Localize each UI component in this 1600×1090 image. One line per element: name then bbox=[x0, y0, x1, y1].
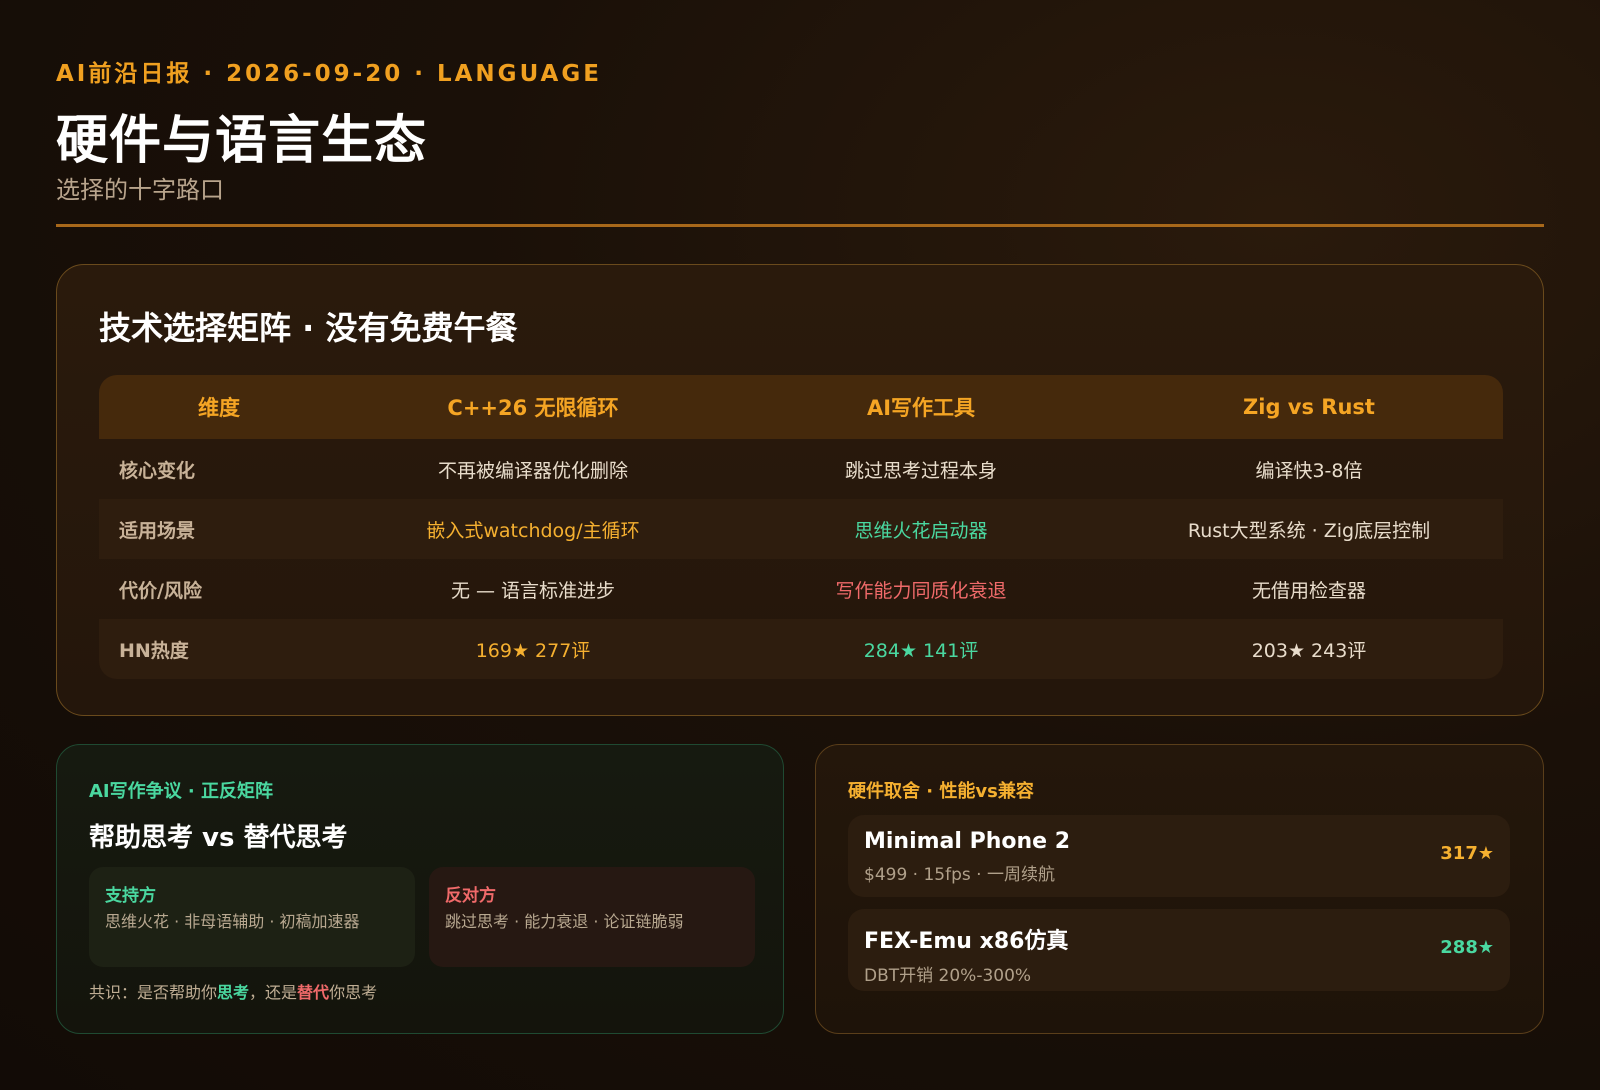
pro-box: 支持方 思维火花 · 非母语辅助 · 初稿加速器 bbox=[89, 867, 415, 967]
consensus-word-replace: 替代 bbox=[297, 983, 330, 1002]
consensus-word-think: 思考 bbox=[217, 983, 250, 1002]
table-cell: 169★ 277评 bbox=[475, 639, 591, 662]
pro-text: 思维火花 · 非母语辅助 · 初稿加速器 bbox=[105, 912, 360, 931]
hardware-item-meta: $499 · 15fps · 一周续航 bbox=[864, 865, 1055, 885]
hardware-item-name: FEX-Emu x86仿真 bbox=[864, 929, 1069, 954]
row-label: 适用场景 bbox=[119, 519, 196, 542]
table-cell: 写作能力同质化衰退 bbox=[835, 579, 1007, 602]
table-cell: 284★ 141评 bbox=[863, 639, 979, 662]
matrix-table: 维度 C++26 无限循环 AI写作工具 Zig vs Rust 核心变化 不再… bbox=[99, 375, 1503, 679]
table-cell: 无借用检查器 bbox=[1251, 579, 1366, 602]
hardware-item: FEX-Emu x86仿真 DBT开销 20%-300% 288★ bbox=[848, 909, 1510, 991]
page-subtitle: 选择的十字路口 bbox=[56, 176, 224, 204]
table-cell: 编译快3-8倍 bbox=[1255, 459, 1363, 482]
table-header-row: 维度 C++26 无限循环 AI写作工具 Zig vs Rust bbox=[99, 375, 1503, 439]
hardware-kicker: 硬件取舍 · 性能vs兼容 bbox=[848, 781, 1034, 802]
matrix-card: 技术选择矩阵 · 没有免费午餐 维度 C++26 无限循环 AI写作工具 Zig… bbox=[56, 264, 1544, 716]
table-cell: 不再被编译器优化删除 bbox=[437, 459, 628, 482]
hardware-item: Minimal Phone 2 $499 · 15fps · 一周续航 317★ bbox=[848, 815, 1510, 897]
table-cell: 203★ 243评 bbox=[1251, 639, 1367, 662]
header-divider bbox=[56, 224, 1544, 227]
table-row: 核心变化 不再被编译器优化删除 跳过思考过程本身 编译快3-8倍 bbox=[99, 439, 1503, 499]
table-row: HN热度 169★ 277评 284★ 141评 203★ 243评 bbox=[99, 619, 1503, 679]
ai-debate-heading: 帮助思考 vs 替代思考 bbox=[89, 823, 348, 853]
hardware-item-meta: DBT开销 20%-300% bbox=[864, 966, 1032, 986]
consensus-middle: ，还是 bbox=[249, 983, 298, 1002]
column-header: Zig vs Rust bbox=[1243, 395, 1375, 419]
hardware-item-name: Minimal Phone 2 bbox=[864, 829, 1071, 854]
hardware-item-stars: 317★ bbox=[1440, 843, 1494, 864]
row-label: 核心变化 bbox=[119, 459, 196, 482]
con-text: 跳过思考 · 能力衰退 · 论证链脆弱 bbox=[445, 912, 684, 931]
column-header: C++26 无限循环 bbox=[447, 396, 619, 420]
page-title: 硬件与语言生态 bbox=[56, 111, 428, 171]
row-label: 代价/风险 bbox=[119, 579, 202, 602]
table-cell: 思维火花启动器 bbox=[854, 519, 988, 542]
table-cell: 跳过思考过程本身 bbox=[844, 459, 997, 482]
header-kicker: AI前沿日报 · 2026-09-20 · LANGUAGE bbox=[56, 61, 602, 87]
table-row: 适用场景 嵌入式watchdog/主循环 思维火花启动器 Rust大型系统 · … bbox=[99, 499, 1503, 559]
con-box: 反对方 跳过思考 · 能力衰退 · 论证链脆弱 bbox=[429, 867, 755, 967]
hardware-item-stars: 288★ bbox=[1440, 937, 1494, 958]
consensus-prefix: 共识：是否帮助你 bbox=[89, 983, 218, 1002]
table-cell: 无 — 语言标准进步 bbox=[450, 579, 616, 602]
row-label: HN热度 bbox=[119, 639, 189, 662]
column-header: 维度 bbox=[198, 396, 240, 420]
column-header: AI写作工具 bbox=[866, 396, 976, 420]
table-row: 代价/风险 无 — 语言标准进步 写作能力同质化衰退 无借用检查器 bbox=[99, 559, 1503, 619]
matrix-title: 技术选择矩阵 · 没有免费午餐 bbox=[99, 309, 518, 347]
ai-debate-kicker: AI写作争议 · 正反矩阵 bbox=[89, 781, 273, 802]
pro-label: 支持方 bbox=[105, 886, 156, 906]
consensus-text: 共识：是否帮助你思考，还是替代你思考 bbox=[89, 979, 377, 1003]
table-cell: Rust大型系统 · Zig底层控制 bbox=[1187, 519, 1431, 542]
ai-debate-card: AI写作争议 · 正反矩阵 帮助思考 vs 替代思考 支持方 思维火花 · 非母… bbox=[56, 744, 784, 1034]
consensus-suffix: 你思考 bbox=[329, 983, 378, 1002]
hardware-card: 硬件取舍 · 性能vs兼容 Minimal Phone 2 $499 · 15f… bbox=[815, 744, 1544, 1034]
table-cell: 嵌入式watchdog/主循环 bbox=[426, 519, 640, 542]
con-label: 反对方 bbox=[445, 886, 496, 906]
page: AI前沿日报 · 2026-09-20 · LANGUAGE 硬件与语言生态 选… bbox=[0, 0, 1600, 1090]
